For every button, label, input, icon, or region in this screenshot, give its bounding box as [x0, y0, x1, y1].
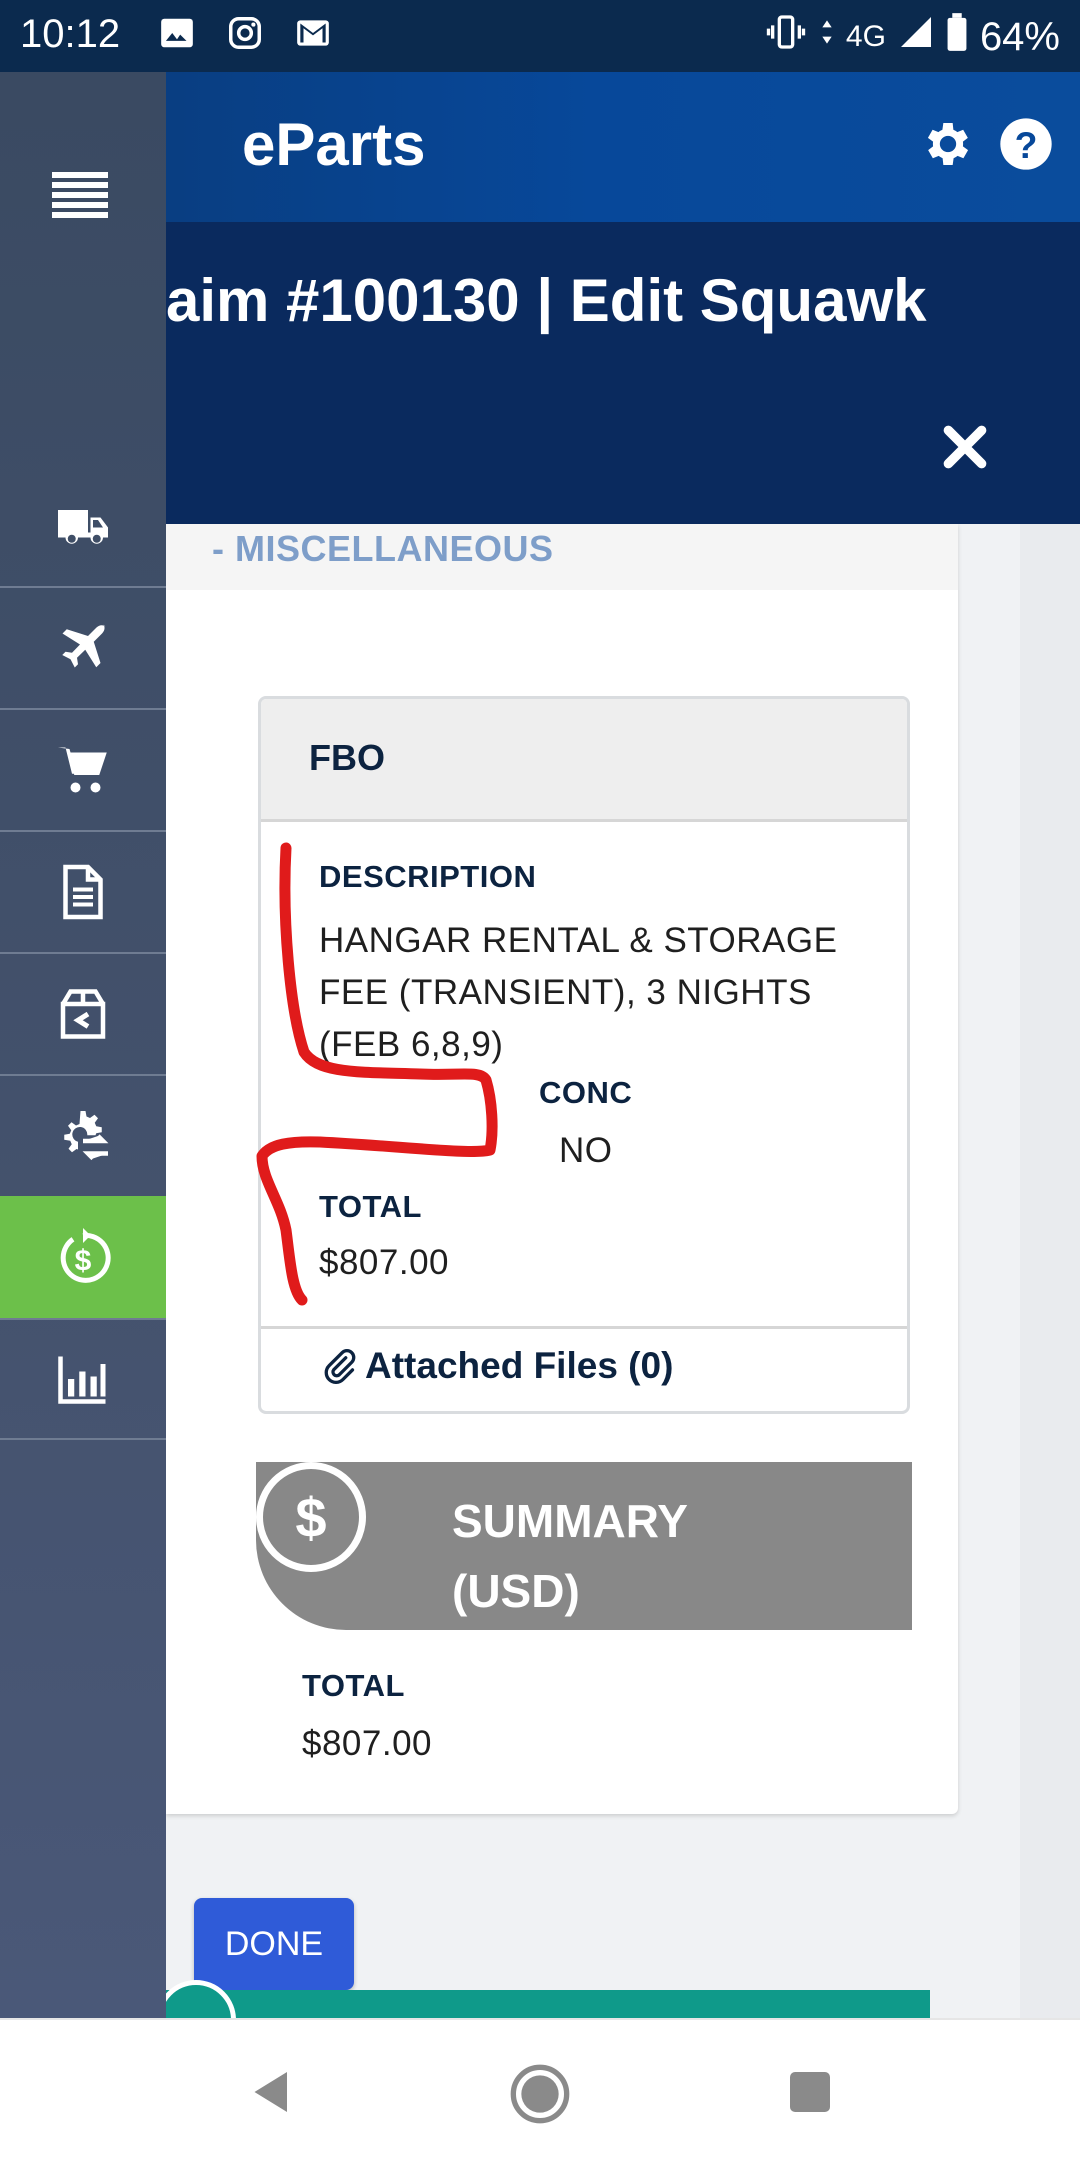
conc-label: CONC	[539, 1075, 633, 1110]
side-navigation: $	[0, 72, 166, 2018]
back-icon[interactable]	[242, 2062, 302, 2122]
summary-total-label: TOTAL	[302, 1668, 405, 1703]
sidebar-item-shipping[interactable]	[0, 464, 166, 586]
instagram-icon	[226, 14, 264, 52]
status-bar: 10:12 4G 64%	[0, 0, 1080, 72]
close-icon[interactable]	[940, 422, 990, 472]
attached-files-label: Attached Files (0)	[365, 1345, 674, 1386]
sidebar-item-claims[interactable]: $	[0, 1196, 166, 1318]
sidebar-item-exchange[interactable]	[0, 1074, 166, 1196]
airplane-icon	[62, 624, 106, 668]
page-title: aim #100130 | Edit Squawk	[166, 267, 927, 334]
notification-icons	[158, 14, 332, 52]
sidebar-item-cart[interactable]	[0, 708, 166, 830]
sidebar-item-aircraft[interactable]	[0, 586, 166, 708]
truck-icon	[58, 510, 108, 544]
app-title: eParts	[242, 111, 426, 178]
summary-title-line1: SUMMARY	[452, 1495, 688, 1547]
section-header[interactable]: - MISCELLANEOUS	[166, 524, 958, 590]
summary-banner: $ SUMMARY (USD)	[256, 1462, 912, 1630]
svg-text:$: $	[75, 1245, 92, 1278]
summary-total-value: $807.00	[302, 1724, 433, 1763]
paperclip-icon	[321, 1348, 357, 1384]
conc-value: NO	[559, 1131, 613, 1170]
section-label: - MISCELLANEOUS	[212, 528, 554, 569]
box-return-icon	[60, 989, 106, 1039]
battery-level: 64%	[979, 14, 1060, 59]
vibrate-icon	[764, 12, 808, 62]
document-icon	[63, 864, 103, 920]
status-right: 4G 64%	[764, 12, 1060, 62]
status-time: 10:12	[20, 12, 121, 56]
dollar-icon: $	[256, 1462, 366, 1572]
network-type: 4G	[845, 20, 886, 53]
recents-icon[interactable]	[780, 2062, 840, 2122]
battery-icon	[946, 13, 968, 61]
signal-icon	[898, 14, 934, 60]
content-area[interactable]: - MISCELLANEOUS FBO DESCRIPTION HANGAR R…	[166, 524, 1080, 2018]
fbo-title: FBO	[309, 737, 385, 778]
attached-files-link[interactable]: Attached Files (0)	[321, 1345, 673, 1387]
dollar-refresh-icon: $	[60, 1228, 111, 1283]
gear-exchange-icon	[64, 1111, 109, 1161]
bar-chart-icon	[58, 1356, 106, 1404]
gmail-icon	[294, 14, 332, 52]
gallery-icon	[158, 14, 196, 52]
scroll-track[interactable]	[1020, 524, 1080, 2018]
system-nav-bar	[0, 2018, 1080, 2162]
fbo-card-header: FBO	[261, 699, 907, 822]
sidebar-item-documents[interactable]	[0, 830, 166, 952]
teal-action-bar[interactable]	[166, 1990, 930, 2018]
total-label: TOTAL	[319, 1189, 422, 1224]
gear-icon[interactable]	[920, 116, 976, 172]
description-label: DESCRIPTION	[319, 859, 537, 894]
done-button[interactable]: DONE	[194, 1898, 354, 1990]
data-arrows-icon	[820, 14, 834, 60]
home-icon[interactable]	[508, 2062, 570, 2124]
header-actions: ?	[920, 116, 1054, 172]
total-value: $807.00	[319, 1243, 450, 1282]
svg-text:?: ?	[1015, 124, 1038, 166]
hamburger-menu-icon[interactable]	[52, 170, 108, 220]
description-value: HANGAR RENTAL & STORAGE FEE (TRANSIENT),…	[319, 921, 838, 1064]
squawk-card: - MISCELLANEOUS FBO DESCRIPTION HANGAR R…	[166, 524, 958, 1814]
help-icon[interactable]: ?	[998, 116, 1054, 172]
fbo-card: FBO DESCRIPTION HANGAR RENTAL & STORAGE …	[258, 696, 910, 1414]
cart-icon	[58, 747, 107, 793]
divider	[261, 1326, 907, 1329]
summary-title-line2: (USD)	[452, 1565, 580, 1617]
summary-title: SUMMARY (USD)	[452, 1486, 688, 1626]
sidebar-item-returns[interactable]	[0, 952, 166, 1074]
summary-icon-glyph: $	[295, 1485, 327, 1549]
sidebar-item-reports[interactable]	[0, 1318, 166, 1440]
